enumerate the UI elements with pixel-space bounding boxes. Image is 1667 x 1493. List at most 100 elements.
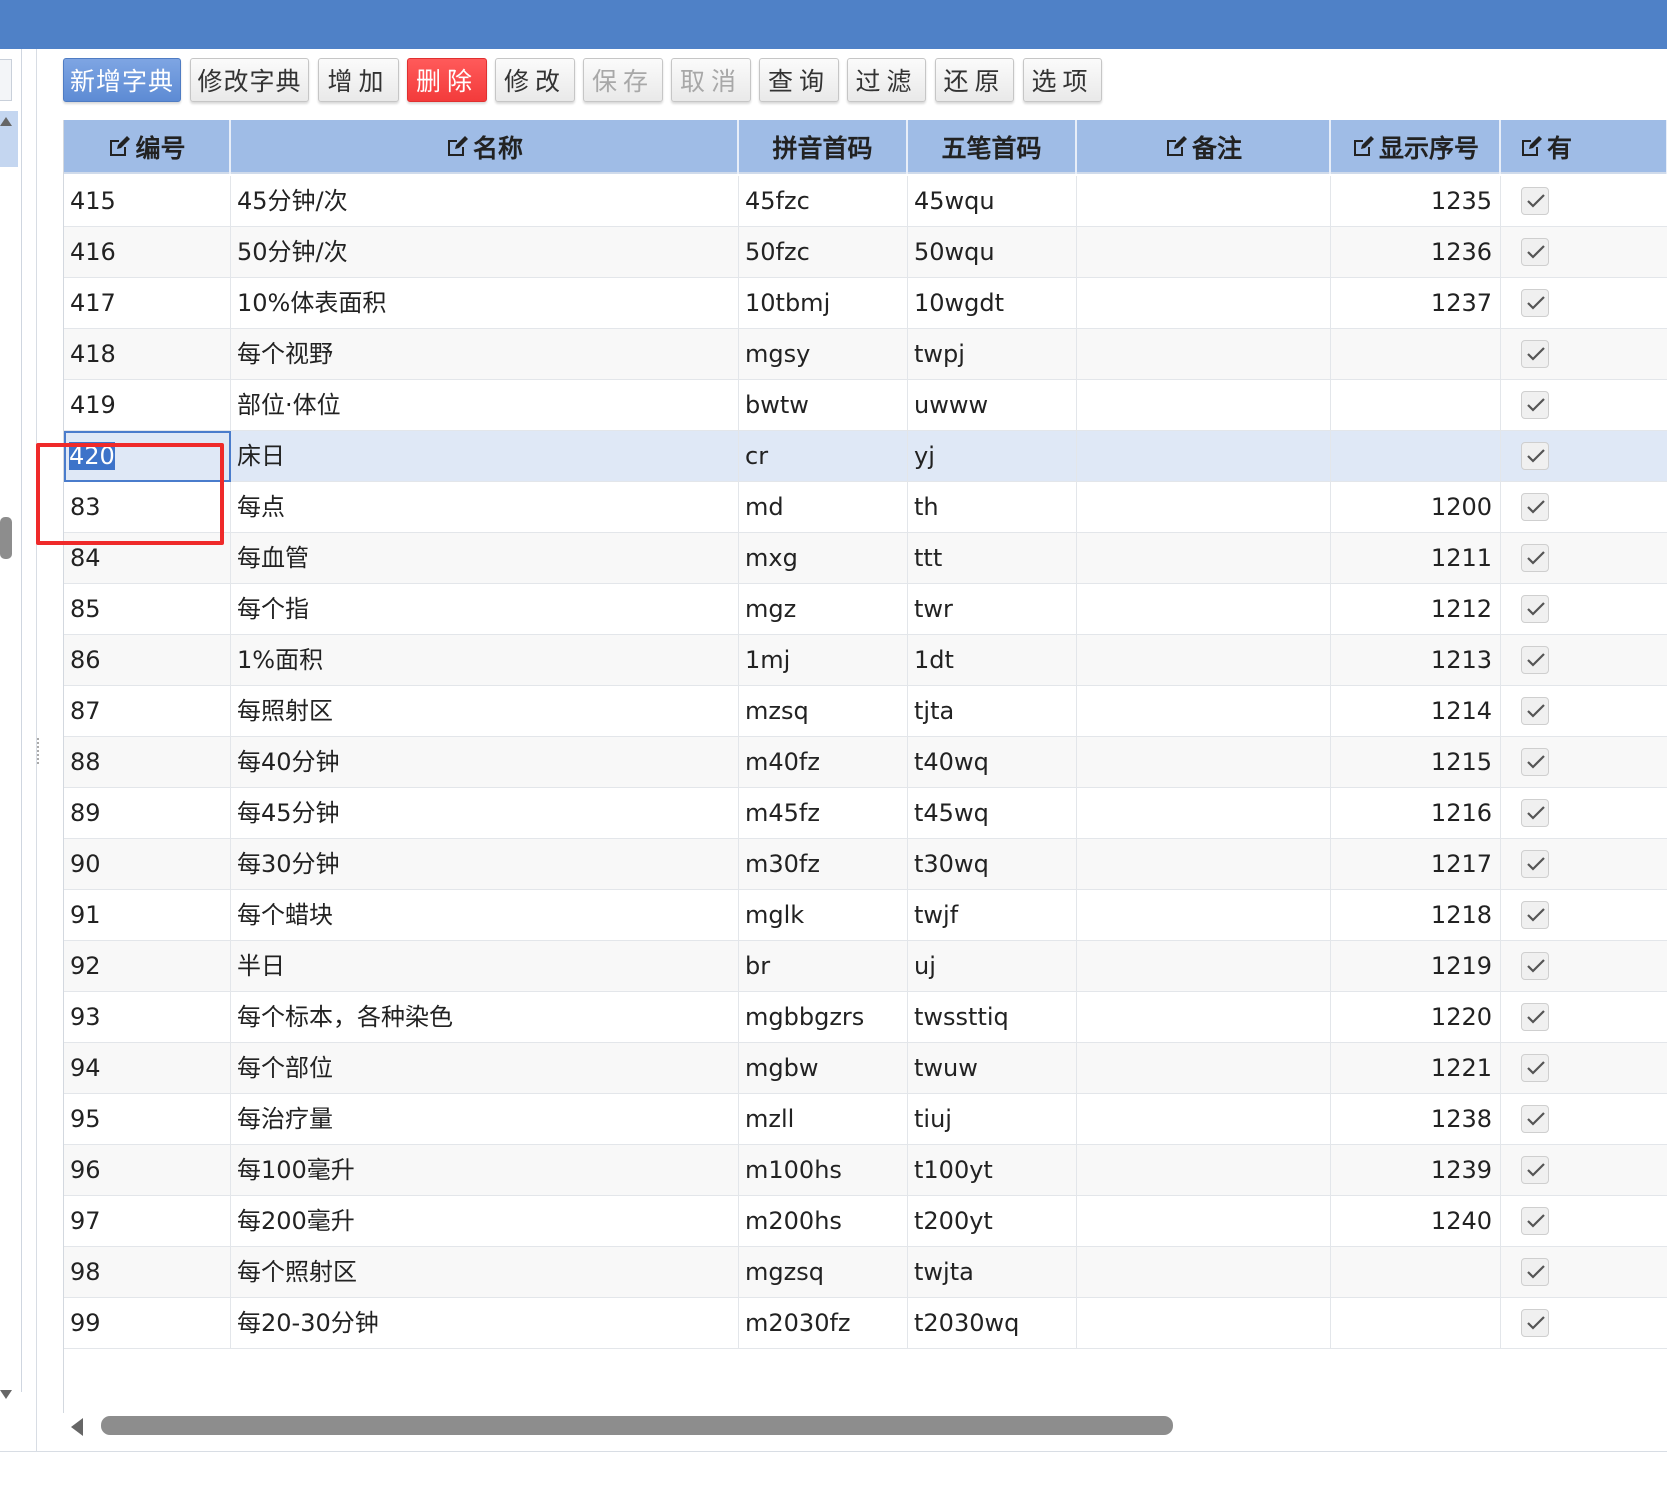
col-wubi-cell[interactable]: 10wgdt — [908, 278, 1077, 329]
col-wubi-cell[interactable]: twr — [908, 584, 1077, 635]
left-scroll-up-icon[interactable] — [0, 117, 12, 126]
check-icon[interactable] — [1521, 1003, 1549, 1031]
col-order-cell[interactable] — [1331, 1298, 1501, 1349]
col-note-cell[interactable] — [1077, 737, 1331, 788]
col-wubi-cell[interactable]: twpj — [908, 329, 1077, 380]
col-order-cell[interactable]: 1238 — [1331, 1094, 1501, 1145]
col-pinyin-cell[interactable]: mzll — [739, 1094, 908, 1145]
col-name-header[interactable]: 名称 — [231, 120, 739, 174]
col-order-cell[interactable]: 1235 — [1331, 176, 1501, 227]
col-note-header[interactable]: 备注 — [1077, 120, 1331, 174]
col-order-cell[interactable]: 1217 — [1331, 839, 1501, 890]
splitter-handle-icon[interactable] — [37, 738, 41, 764]
col-valid-cell[interactable] — [1501, 1094, 1667, 1145]
col-note-cell[interactable] — [1077, 584, 1331, 635]
table-row[interactable]: 417 10%体表面积 10tbmj 10wgdt 1237 — [64, 278, 1667, 329]
col-pinyin-cell[interactable]: bwtw — [739, 380, 908, 431]
col-id-cell[interactable]: 92 — [64, 941, 231, 992]
col-pinyin-cell[interactable]: 1mj — [739, 635, 908, 686]
col-id-cell[interactable]: 89 — [64, 788, 231, 839]
col-name-cell[interactable]: 每点 — [231, 482, 739, 533]
col-name-cell[interactable]: 每个视野 — [231, 329, 739, 380]
col-pinyin-header[interactable]: 拼音首码 — [739, 120, 908, 174]
col-note-cell[interactable] — [1077, 431, 1331, 482]
table-row[interactable]: 86 1%面积 1mj 1dt 1213 — [64, 635, 1667, 686]
col-name-cell[interactable]: 10%体表面积 — [231, 278, 739, 329]
col-name-cell[interactable]: 每200毫升 — [231, 1196, 739, 1247]
col-order-cell[interactable]: 1240 — [1331, 1196, 1501, 1247]
table-row[interactable]: 83 每点 md th 1200 — [64, 482, 1667, 533]
col-pinyin-cell[interactable]: m30fz — [739, 839, 908, 890]
col-pinyin-cell[interactable]: cr — [739, 431, 908, 482]
col-order-cell[interactable]: 1212 — [1331, 584, 1501, 635]
options-button[interactable]: 选项 — [1023, 58, 1102, 102]
col-id-cell[interactable]: 415 — [64, 176, 231, 227]
col-valid-cell[interactable] — [1501, 686, 1667, 737]
col-id-cell[interactable]: 94 — [64, 1043, 231, 1094]
col-name-cell[interactable]: 1%面积 — [231, 635, 739, 686]
check-icon[interactable] — [1521, 442, 1549, 470]
col-name-cell[interactable]: 每个部位 — [231, 1043, 739, 1094]
col-name-cell[interactable]: 50分钟/次 — [231, 227, 739, 278]
col-note-cell[interactable] — [1077, 992, 1331, 1043]
col-id-cell[interactable]: 417 — [64, 278, 231, 329]
col-pinyin-cell[interactable]: m45fz — [739, 788, 908, 839]
table-row[interactable]: 95 每治疗量 mzll tiuj 1238 — [64, 1094, 1667, 1145]
col-name-cell[interactable]: 每照射区 — [231, 686, 739, 737]
col-wubi-cell[interactable]: t200yt — [908, 1196, 1077, 1247]
col-order-cell[interactable]: 1218 — [1331, 890, 1501, 941]
col-note-cell[interactable] — [1077, 1247, 1331, 1298]
col-name-cell[interactable]: 每100毫升 — [231, 1145, 739, 1196]
col-valid-cell[interactable] — [1501, 941, 1667, 992]
col-order-cell[interactable]: 1237 — [1331, 278, 1501, 329]
col-valid-cell[interactable] — [1501, 176, 1667, 227]
col-id-cell[interactable]: 99 — [64, 1298, 231, 1349]
col-pinyin-cell[interactable]: mgzsq — [739, 1247, 908, 1298]
col-wubi-cell[interactable]: tiuj — [908, 1094, 1077, 1145]
col-wubi-cell[interactable]: 1dt — [908, 635, 1077, 686]
horizontal-scrollbar-thumb[interactable] — [101, 1416, 1173, 1435]
col-wubi-cell[interactable]: tjta — [908, 686, 1077, 737]
col-note-cell[interactable] — [1077, 1043, 1331, 1094]
col-pinyin-cell[interactable]: mgsy — [739, 329, 908, 380]
check-icon[interactable] — [1521, 1156, 1549, 1184]
table-row[interactable]: 97 每200毫升 m200hs t200yt 1240 — [64, 1196, 1667, 1247]
col-order-cell[interactable]: 1219 — [1331, 941, 1501, 992]
left-panel-header[interactable] — [0, 59, 12, 101]
col-pinyin-cell[interactable]: mgbbgzrs — [739, 992, 908, 1043]
col-name-cell[interactable]: 每个蜡块 — [231, 890, 739, 941]
col-note-cell[interactable] — [1077, 482, 1331, 533]
col-note-cell[interactable] — [1077, 176, 1331, 227]
col-id-cell[interactable]: 93 — [64, 992, 231, 1043]
col-wubi-header[interactable]: 五笔首码 — [908, 120, 1077, 174]
table-row[interactable]: 89 每45分钟 m45fz t45wq 1216 — [64, 788, 1667, 839]
check-icon[interactable] — [1521, 289, 1549, 317]
col-pinyin-cell[interactable]: mxg — [739, 533, 908, 584]
col-order-cell[interactable]: 1216 — [1331, 788, 1501, 839]
col-pinyin-cell[interactable]: br — [739, 941, 908, 992]
col-wubi-cell[interactable]: uj — [908, 941, 1077, 992]
col-id-cell[interactable]: 88 — [64, 737, 231, 788]
col-order-cell[interactable] — [1331, 431, 1501, 482]
left-scroll-down-icon[interactable] — [0, 1390, 12, 1399]
col-wubi-cell[interactable]: twjf — [908, 890, 1077, 941]
table-row[interactable]: 419 部位·体位 bwtw uwww — [64, 380, 1667, 431]
col-wubi-cell[interactable]: 45wqu — [908, 176, 1077, 227]
col-note-cell[interactable] — [1077, 380, 1331, 431]
col-name-cell[interactable]: 45分钟/次 — [231, 176, 739, 227]
table-row[interactable]: 90 每30分钟 m30fz t30wq 1217 — [64, 839, 1667, 890]
col-pinyin-cell[interactable]: m100hs — [739, 1145, 908, 1196]
check-icon[interactable] — [1521, 595, 1549, 623]
col-id-cell[interactable]: 418 — [64, 329, 231, 380]
col-note-cell[interactable] — [1077, 1196, 1331, 1247]
col-valid-cell[interactable] — [1501, 1196, 1667, 1247]
col-note-cell[interactable] — [1077, 533, 1331, 584]
check-icon[interactable] — [1521, 1207, 1549, 1235]
table-row[interactable]: 98 每个照射区 mgzsq twjta — [64, 1247, 1667, 1298]
col-id-cell[interactable]: 95 — [64, 1094, 231, 1145]
check-icon[interactable] — [1521, 391, 1549, 419]
col-id-cell[interactable]: 98 — [64, 1247, 231, 1298]
col-pinyin-cell[interactable]: 45fzc — [739, 176, 908, 227]
check-icon[interactable] — [1521, 901, 1549, 929]
col-valid-cell[interactable] — [1501, 482, 1667, 533]
